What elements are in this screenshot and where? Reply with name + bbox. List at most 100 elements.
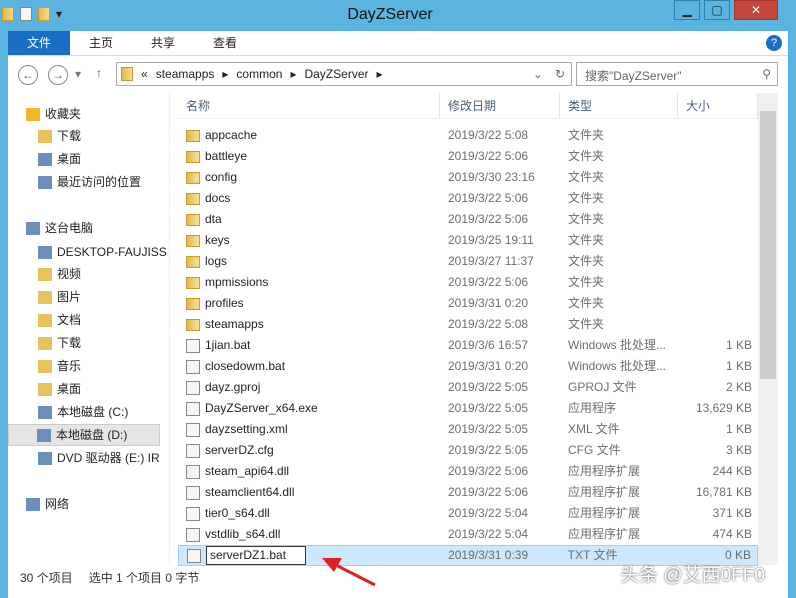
tab-share[interactable]: 共享 [132,31,194,55]
file-row[interactable]: steam_api64.dll 2019/3/22 5:06 应用程序扩展 244 K… [178,461,758,482]
recent-icon [38,175,52,189]
file-name-cell: docs [178,188,440,209]
file-row[interactable]: dayz.gproj 2019/3/22 5:05 GPROJ 文件 2 KB [178,377,758,398]
nav-item[interactable]: 下载 [38,125,190,147]
vertical-scrollbar[interactable] [758,93,778,565]
file-type: 应用程序扩展 [568,485,641,499]
file-row[interactable]: docs 2019/3/22 5:06 文件夹 [178,188,758,209]
breadcrumb-steamapps[interactable]: steamapps [156,67,215,81]
address-input[interactable]: « steamapps ▸ common ▸ DayZServer ▸ ⌄ ↻ [116,62,572,86]
file-row[interactable]: dayzsetting.xml 2019/3/22 5:05 XML 文件 1 KB [178,419,758,440]
rename-input[interactable]: serverDZ1.bat [206,546,306,565]
file-name-cell: appcache [178,125,440,146]
search-input[interactable]: 搜索"DayZServer" ⚲ [576,62,778,86]
nav-item[interactable]: 网络 [26,493,178,515]
dropdown-icon[interactable]: ⌄ [533,67,543,81]
close-button[interactable]: ✕ [734,0,778,20]
file-type: Windows 批处理... [568,338,667,352]
file-row[interactable]: config 2019/3/30 23:16 文件夹 [178,167,758,188]
breadcrumb-overflow[interactable]: « [141,67,148,81]
network-icon [26,497,40,511]
file-name-cell: serverDZ.cfg [178,440,440,461]
file-name: steam_api64.dll [205,464,290,478]
refresh-icon[interactable]: ↻ [555,67,565,81]
tab-home[interactable]: 主页 [70,31,132,55]
file-row[interactable]: vstdlib_s64.dll 2019/3/22 5:04 应用程序扩展 474 K… [178,524,758,545]
nav-item[interactable]: 桌面 [38,378,190,400]
file-row[interactable]: keys 2019/3/25 19:11 文件夹 [178,230,758,251]
window-title: DayZServer [347,6,433,23]
file-name: dta [205,212,222,226]
tab-file[interactable]: 文件 [8,31,71,55]
desktop-icon [38,152,52,166]
file-date: 2019/3/22 5:05 [448,401,529,415]
file-name: dayzsetting.xml [205,422,288,436]
file-row[interactable]: mpmissions 2019/3/22 5:06 文件夹 [178,272,758,293]
nav-item[interactable]: 视频 [38,263,190,285]
nav-item[interactable]: DESKTOP-FAUJISS [38,241,190,263]
nav-item[interactable]: 最近访问的位置 [38,171,190,193]
column-date[interactable]: 修改日期 [440,93,560,118]
nav-item[interactable]: 音乐 [38,355,190,377]
file-name-cell: keys [178,230,440,251]
folder-icon [186,150,200,163]
nav-item[interactable]: 桌面 [38,148,190,170]
file-type: 文件夹 [568,233,605,247]
file-size: 2 KB [725,380,752,394]
column-name[interactable]: 名称 [178,93,440,118]
file-row[interactable]: battleye 2019/3/22 5:06 文件夹 [178,146,758,167]
file-date: 2019/3/22 5:06 [448,149,529,163]
minimize-button[interactable]: ▁ [674,0,700,20]
file-name-cell: config [178,167,440,188]
file-date: 2019/3/22 5:05 [448,380,529,394]
nav-item[interactable]: 文档 [38,309,190,331]
nav-item[interactable]: 本地磁盘 (C:) [38,401,190,423]
file-row[interactable]: profiles 2019/3/31 0:20 文件夹 [178,293,758,314]
nav-item-label: 这台电脑 [45,221,94,235]
scrollbar-thumb[interactable] [760,111,776,379]
file-row[interactable]: steamclient64.dll 2019/3/22 5:06 应用程序扩展 16,… [178,482,758,503]
nav-item[interactable]: DVD 驱动器 (E:) IR [38,447,190,469]
maximize-button[interactable]: ▢ [704,0,730,20]
file-row[interactable]: dta 2019/3/22 5:06 文件夹 [178,209,758,230]
nav-item[interactable]: 这台电脑 [26,217,178,239]
file-row[interactable]: steamapps 2019/3/22 5:08 文件夹 [178,314,758,335]
column-size[interactable]: 大小 [678,93,758,118]
tab-view[interactable]: 查看 [194,31,256,55]
file-name-cell: mpmissions [178,272,440,293]
up-button[interactable]: ↑ [96,66,102,80]
column-headers: 名称 修改日期 类型 大小 [178,93,758,119]
folder-icon [121,67,133,81]
breadcrumb-common[interactable]: common [236,67,282,81]
forward-button[interactable]: → [48,65,68,85]
file-row[interactable]: closedowm.bat 2019/3/31 0:20 Windows 批处理..… [178,356,758,377]
file-row[interactable]: DayZServer_x64.exe 2019/3/22 5:05 应用程序 13,6… [178,398,758,419]
nav-item[interactable]: 收藏夹 [26,103,178,125]
folder-icon [186,318,200,331]
breadcrumb-dayzserver[interactable]: DayZServer [304,67,368,81]
file-row[interactable]: serverDZ.cfg 2019/3/22 5:05 CFG 文件 3 KB [178,440,758,461]
nav-item[interactable]: 图片 [38,286,190,308]
file-name: steamapps [205,317,264,331]
file-row[interactable]: appcache 2019/3/22 5:08 文件夹 [178,125,758,146]
column-type[interactable]: 类型 [560,93,678,118]
drive-c-icon [38,405,52,419]
file-row[interactable]: 1jian.bat 2019/3/6 16:57 Windows 批处理... 1 K… [178,335,758,356]
xml-file-icon [186,422,200,437]
file-date: 2019/3/22 5:06 [448,212,529,226]
nav-item-label: 下载 [57,336,82,350]
back-button[interactable]: ← [18,65,38,85]
nav-item[interactable]: 本地磁盘 (D:) [8,424,160,446]
file-name: config [205,170,238,184]
file-name-cell: steam_api64.dll [178,461,440,482]
file-type: 文件夹 [568,149,605,163]
help-icon[interactable]: ? [766,35,782,51]
nav-item-label: DVD 驱动器 (E:) IR [57,451,160,465]
file-name-cell: 1jian.bat [178,335,440,356]
file-row[interactable]: tier0_s64.dll 2019/3/22 5:04 应用程序扩展 371 KB [178,503,758,524]
file-name: battleye [205,149,248,163]
file-row[interactable]: logs 2019/3/27 11:37 文件夹 [178,251,758,272]
recent-locations-icon[interactable]: ▾ [75,67,81,81]
file-type: 文件夹 [568,254,605,268]
nav-item[interactable]: 下载 [38,332,190,354]
